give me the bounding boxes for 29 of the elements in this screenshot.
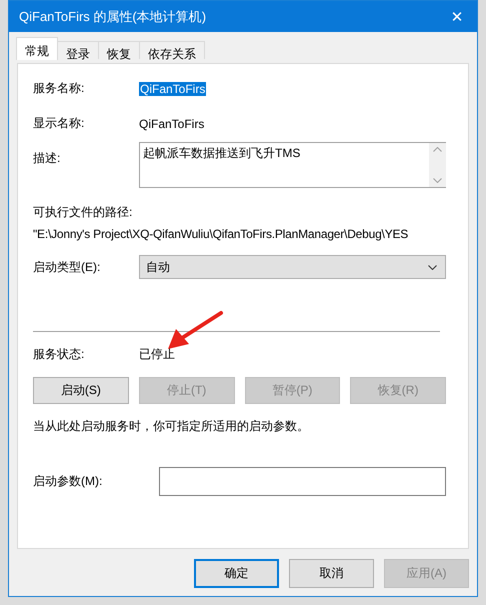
field-label: 描述:: [33, 150, 62, 167]
dialog-button[interactable]: 取消: [289, 559, 374, 588]
field-label: 显示名称:: [33, 115, 86, 132]
path-value: "E:\Jonny's Project\XQ-QifanWuliu\QifanToFirs.PlanManager\Debug\YES: [33, 227, 410, 241]
start-params-field[interactable]: [159, 467, 446, 496]
scroll-down-icon[interactable]: [433, 178, 442, 183]
description-field[interactable]: 起帆派车数据推送到飞升TMS: [139, 142, 446, 188]
tab[interactable]: 依存关系: [139, 41, 205, 59]
scrollbar[interactable]: [429, 143, 446, 187]
field-label: 启动类型(E):: [33, 258, 102, 276]
window-title: QiFanToFirs 的属性(本地计算机): [18, 8, 206, 26]
chevron-down-icon: [428, 264, 437, 270]
display-name-value: QiFanToFirs: [139, 116, 204, 130]
field-label: 可执行文件的路径:: [33, 204, 134, 221]
status-value: 已停止: [139, 346, 175, 363]
tab[interactable]: 恢复: [98, 41, 140, 59]
tab[interactable]: 登录: [57, 41, 99, 59]
close-button[interactable]: ✕: [437, 6, 477, 26]
field-label: 启动参数(M):: [33, 473, 104, 490]
hint-text: 当从此处启动服务时，你可指定所适用的启动参数。: [33, 418, 310, 435]
service-button[interactable]: 启动(S): [33, 377, 129, 404]
service-name-value: QiFanToFirs: [139, 82, 206, 96]
dialog-button[interactable]: 确定: [194, 559, 279, 588]
scroll-up-icon[interactable]: [433, 147, 442, 152]
arrow-drawing: [168, 311, 223, 349]
field-label: 服务状态:: [33, 346, 86, 363]
field-label: 服务名称:: [33, 80, 86, 97]
startup-type-dropdown[interactable]: 自动: [139, 255, 446, 279]
tab[interactable]: 常规: [16, 37, 58, 60]
